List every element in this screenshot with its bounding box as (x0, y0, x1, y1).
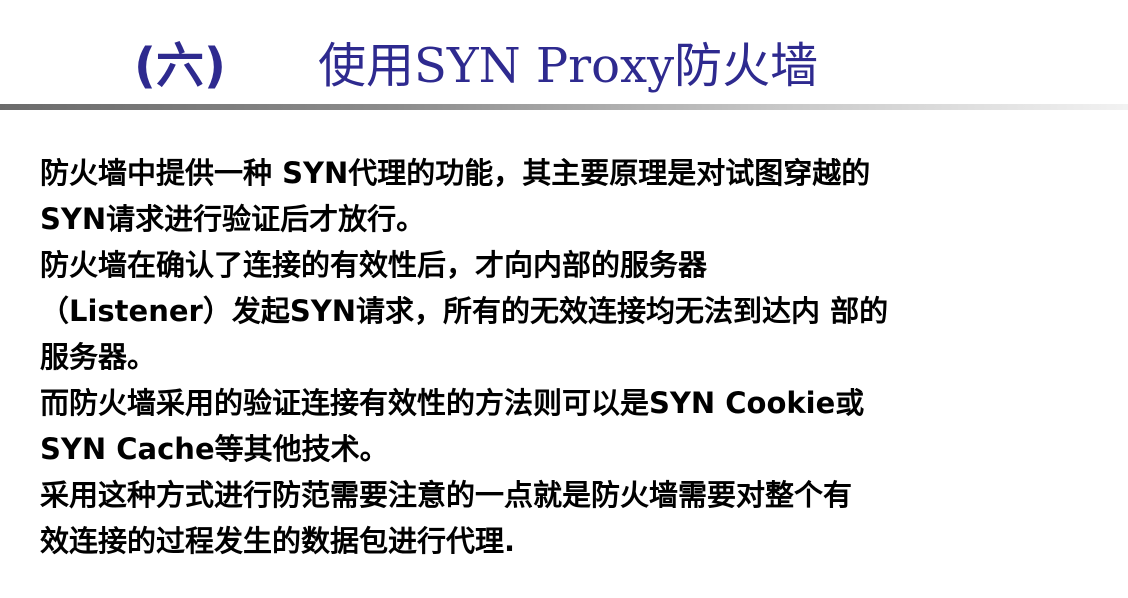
slide-title: (六) 使用SYN Proxy防火墙 (0, 0, 1128, 110)
body-line: （Listener）发起SYN请求，所有的无效连接均无法到达内 部的 (40, 294, 889, 328)
body-line: 采用这种方式进行防范需要注意的一点就是防火墙需要对整个有 (40, 478, 853, 512)
body-line: SYN请求进行验证后才放行。 (40, 202, 426, 236)
title-text: 使用SYN Proxy防火墙 (318, 38, 819, 94)
body-line: 防火墙在确认了连接的有效性后，才向内部的服务器 (40, 248, 708, 282)
title-index: (六) (134, 38, 226, 94)
body-line: 防火墙中提供一种 SYN代理的功能，其主要原理是对试图穿越的 (40, 156, 871, 190)
body-line: 而防火墙采用的验证连接有效性的方法则可以是SYN Cookie或 (40, 386, 865, 420)
body-line: 服务器。 (40, 340, 157, 374)
slide-body: 防火墙中提供一种 SYN代理的功能，其主要原理是对试图穿越的 SYN请求进行验证… (40, 150, 1040, 564)
body-line: 效连接的过程发生的数据包进行代理. (40, 524, 516, 558)
body-line: SYN Cache等其他技术。 (40, 432, 389, 466)
title-divider (0, 104, 1128, 110)
